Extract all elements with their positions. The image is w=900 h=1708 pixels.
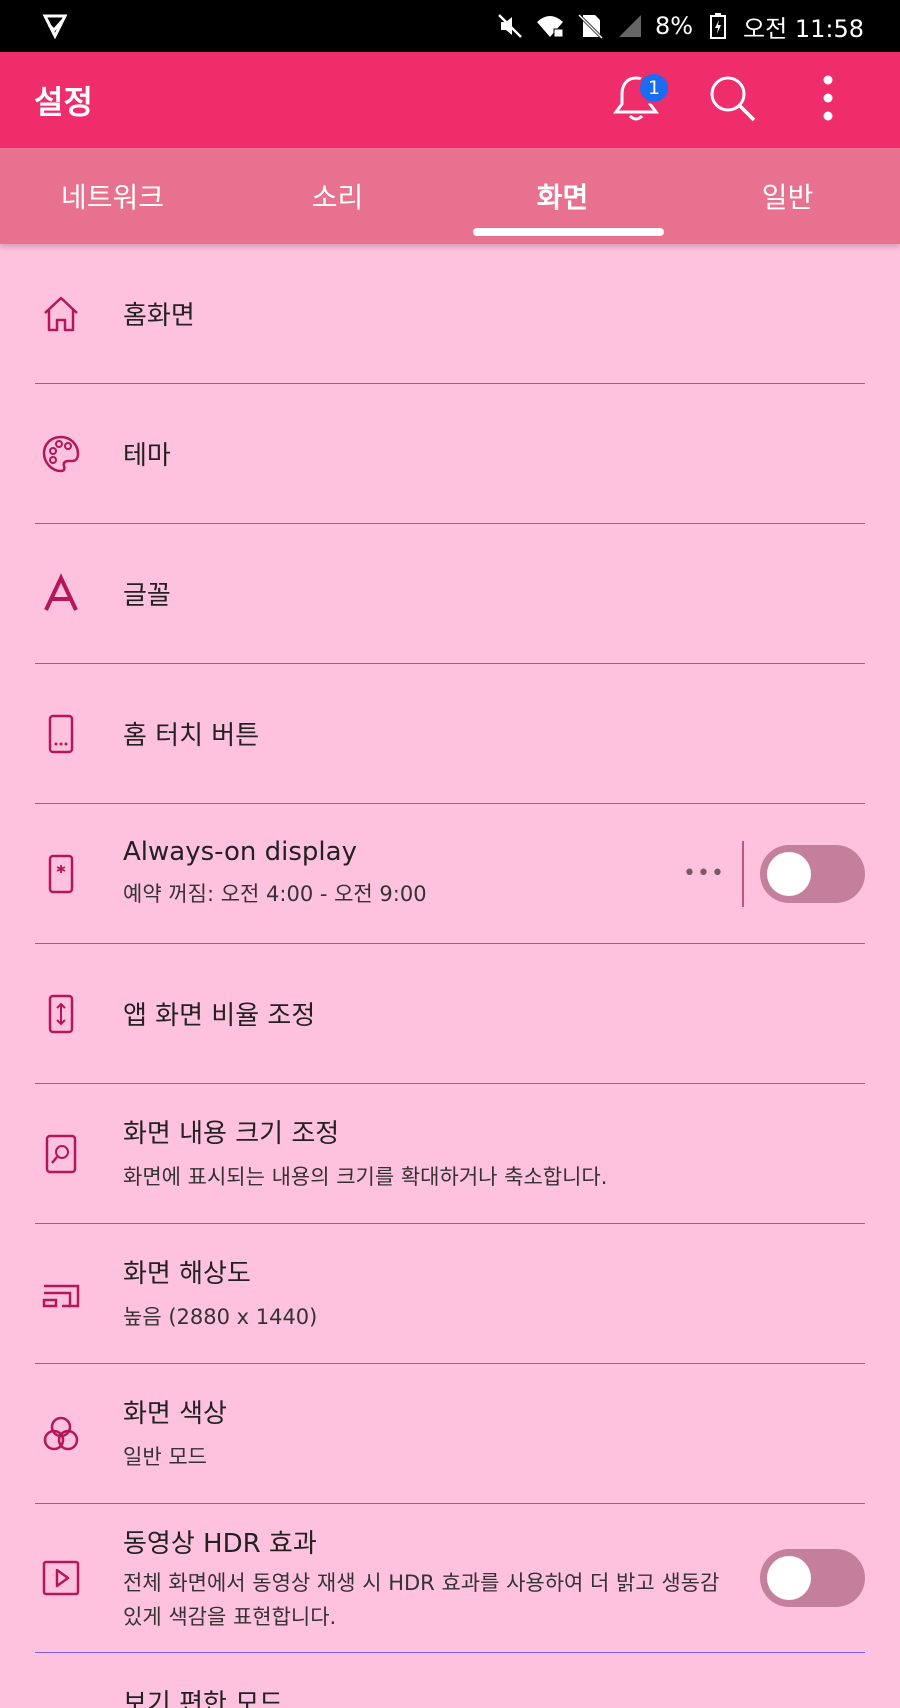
color-icon [35, 1408, 87, 1460]
item-subtitle: 예약 꺼짐: 오전 4:00 - 오전 9:00 [123, 881, 427, 906]
status-bar: 8% 오전 11:58 [0, 0, 900, 52]
clock: 오전 11:58 [743, 14, 864, 43]
settings-list: 홈화면 테마 글꼴 홈 터치 버튼 Always-on display 예약 꺼… [0, 244, 900, 1708]
item-title: Always-on display [123, 836, 357, 867]
play-shield-icon [40, 11, 70, 41]
item-title: 앱 화면 비율 조정 [123, 1001, 316, 1031]
always-on-display-icon [35, 848, 87, 900]
item-title: 글꼴 [123, 581, 171, 611]
more-options-button[interactable] [780, 52, 876, 148]
item-title: 동영상 HDR 효과 [123, 1528, 317, 1559]
aspect-ratio-icon [35, 988, 87, 1040]
more-vertical-icon [822, 74, 834, 126]
tab-bar: 네트워크 소리 화면 일반 [0, 148, 900, 244]
list-item-always-on-display[interactable]: Always-on display 예약 꺼짐: 오전 4:00 - 오전 9:… [35, 804, 865, 944]
home-touch-button-icon [35, 708, 87, 760]
tab-display[interactable]: 화면 [450, 148, 675, 244]
notification-badge: 1 [638, 72, 670, 104]
list-item-screen-zoom[interactable]: 화면 내용 크기 조정 화면에 표시되는 내용의 크기를 확대하거나 축소합니다… [35, 1084, 865, 1224]
item-title: 화면 내용 크기 조정 [123, 1119, 340, 1149]
tab-general[interactable]: 일반 [675, 148, 900, 244]
font-icon [35, 568, 87, 620]
battery-percent: 8% [654, 12, 694, 40]
search-button[interactable] [684, 52, 780, 148]
toggle-knob [767, 1556, 811, 1600]
wifi-lock-icon [535, 11, 565, 41]
item-title: 홈 터치 버튼 [123, 721, 260, 751]
always-on-display-toggle[interactable] [760, 844, 865, 903]
signal-icon [615, 11, 645, 41]
battery-charging-icon [703, 11, 733, 41]
item-title: 홈화면 [123, 301, 195, 331]
palette-icon [35, 428, 87, 480]
no-sim-icon [575, 11, 605, 41]
divider [742, 840, 744, 907]
notifications-button[interactable]: 1 [588, 52, 684, 148]
item-title: 화면 색상 [123, 1399, 227, 1429]
search-icon [706, 72, 758, 128]
list-item-app-aspect-ratio[interactable]: 앱 화면 비율 조정 [35, 944, 865, 1084]
list-item-home-screen[interactable]: 홈화면 [35, 244, 865, 384]
list-item-comfort-view[interactable]: 보기 편한 모드 [35, 1653, 865, 1708]
item-subtitle: 화면에 표시되는 내용의 크기를 확대하거나 축소합니다. [123, 1165, 608, 1189]
video-hdr-icon [35, 1552, 87, 1604]
list-item-video-hdr[interactable]: 동영상 HDR 효과 전체 화면에서 동영상 재생 시 HDR 효과를 사용하여… [35, 1504, 865, 1653]
page-title: 설정 [34, 83, 93, 121]
item-subtitle: 일반 모드 [123, 1445, 207, 1469]
list-item-screen-resolution[interactable]: 화면 해상도 높음 (2880 x 1440) [35, 1224, 865, 1364]
video-hdr-toggle[interactable] [760, 1549, 865, 1607]
item-subtitle: 높음 (2880 x 1440) [123, 1305, 318, 1329]
item-title: 화면 해상도 [123, 1259, 251, 1289]
tab-sound[interactable]: 소리 [225, 148, 450, 244]
list-item-font[interactable]: 글꼴 [35, 524, 865, 664]
more-horizontal-icon[interactable]: ••• [674, 844, 734, 904]
item-subtitle: 전체 화면에서 동영상 재생 시 HDR 효과를 사용하여 더 밝고 생동감 있… [123, 1570, 720, 1629]
home-icon [35, 288, 87, 340]
tab-network[interactable]: 네트워크 [0, 148, 225, 244]
app-bar: 설정 1 [0, 52, 900, 148]
toggle-knob [767, 851, 811, 896]
list-item-home-touch-button[interactable]: 홈 터치 버튼 [35, 664, 865, 804]
resolution-icon [35, 1268, 87, 1320]
list-item-theme[interactable]: 테마 [35, 384, 865, 524]
item-title: 테마 [123, 441, 171, 471]
list-item-screen-color[interactable]: 화면 색상 일반 모드 [35, 1364, 865, 1504]
zoom-content-icon [35, 1128, 87, 1180]
mute-icon [495, 11, 525, 41]
